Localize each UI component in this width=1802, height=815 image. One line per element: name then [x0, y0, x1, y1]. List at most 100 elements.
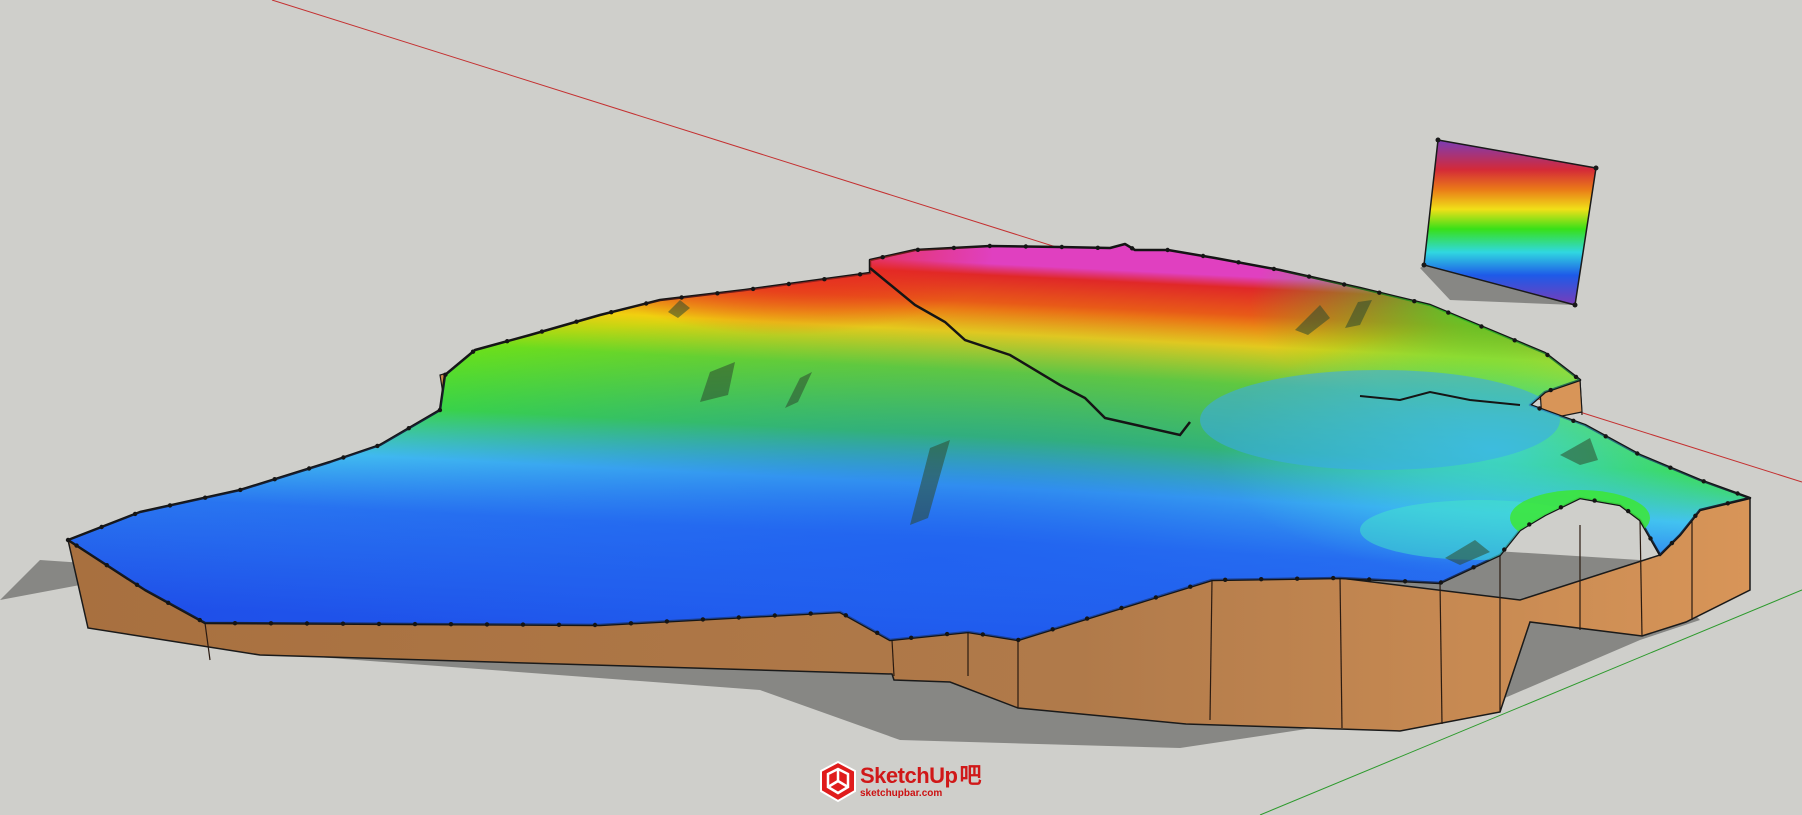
boundary-vertex — [736, 615, 741, 620]
boundary-vertex — [1188, 584, 1193, 589]
boundary-vertex — [1573, 374, 1579, 380]
boundary-vertex — [484, 622, 490, 627]
boundary-vertex — [520, 622, 526, 627]
watermark-url: sketchupbar.com — [860, 788, 943, 799]
boundary-vertex — [915, 247, 921, 252]
boundary-vertex — [203, 495, 208, 500]
boundary-vertex — [232, 621, 238, 626]
boundary-vertex — [1668, 465, 1673, 470]
boundary-vertex — [238, 487, 243, 493]
boundary-vertex — [443, 372, 448, 377]
boundary-vertex — [644, 301, 649, 306]
sketchup-logo-icon — [820, 760, 856, 803]
boundary-vertex — [412, 621, 418, 627]
boundary-vertex — [376, 621, 382, 627]
boundary-vertex — [1200, 253, 1206, 259]
boundary-vertex — [574, 319, 579, 324]
boundary-vertex — [944, 631, 950, 637]
boundary-vertex — [1446, 310, 1451, 315]
boundary-vertex — [909, 635, 914, 640]
boundary-vertex — [539, 329, 545, 334]
boundary-vertex — [375, 443, 380, 449]
boundary-vertex — [99, 524, 104, 530]
watermark-suffix: 吧 — [959, 763, 981, 788]
boundary-vertex — [1059, 244, 1065, 250]
boundary-vertex — [1545, 352, 1550, 358]
boundary-vertex — [1306, 274, 1312, 279]
boundary-vertex — [65, 537, 71, 543]
boundary-vertex — [857, 272, 863, 277]
boundary-vertex — [1367, 577, 1372, 582]
3d-terrain-scene[interactable] — [0, 0, 1802, 815]
boundary-vertex — [1701, 479, 1706, 484]
boundary-vertex — [880, 255, 885, 260]
boundary-vertex — [1412, 299, 1417, 304]
boundary-vertex — [437, 407, 443, 413]
boundary-vertex — [951, 245, 957, 251]
boundary-vertex — [1558, 505, 1564, 510]
boundary-vertex — [1512, 338, 1517, 343]
boundary-vertex — [1023, 244, 1028, 249]
boundary-vertex — [628, 621, 634, 626]
boundary-vertex — [609, 310, 614, 315]
boundary-vertex — [1331, 575, 1336, 581]
boundary-vertex — [843, 613, 848, 618]
boundary-vertex — [1527, 522, 1532, 527]
boundary-vertex — [104, 563, 110, 568]
boundary-vertex — [1693, 513, 1698, 518]
boundary-vertex — [1471, 565, 1476, 570]
boundary-vertex — [74, 543, 79, 548]
boundary-vertex — [1271, 266, 1277, 272]
boundary-vertex — [786, 281, 791, 287]
boundary-vertex — [1223, 577, 1228, 582]
boundary-vertex — [772, 613, 777, 618]
boundary-vertex — [679, 295, 684, 300]
boundary-vertex — [306, 466, 312, 471]
boundary-vertex — [1571, 418, 1576, 423]
boundary-vertex — [700, 617, 706, 622]
boundary-vertex — [1259, 577, 1264, 582]
boundary-vertex — [556, 622, 562, 627]
watermark-brand: SketchUp吧 — [860, 763, 981, 789]
boundary-vertex — [875, 630, 880, 635]
boundary-vertex — [1402, 579, 1408, 584]
boundary-vertex — [1626, 508, 1631, 514]
boundary-vertex — [980, 632, 985, 637]
boundary-vertex — [592, 622, 598, 628]
boundary-vertex — [664, 619, 670, 624]
boundary-vertex — [1377, 290, 1382, 295]
boundary-vertex — [1438, 580, 1444, 585]
boundary-vertex — [132, 511, 138, 517]
boundary-vertex — [1119, 605, 1124, 611]
boundary-vertex — [197, 617, 202, 623]
boundary-vertex — [1735, 491, 1740, 496]
boundary-vertex — [987, 243, 992, 249]
boundary-vertex — [1603, 434, 1608, 439]
boundary-vertex — [1342, 282, 1347, 287]
boundary-vertex — [304, 621, 310, 626]
boundary-vertex — [1537, 406, 1542, 411]
boundary-vertex — [1725, 501, 1731, 506]
boundary-vertex — [1016, 637, 1021, 643]
sketchup-viewport[interactable]: SketchUp吧 sketchupbar.com — [0, 0, 1802, 815]
boundary-vertex — [750, 286, 756, 292]
boundary-vertex — [1165, 247, 1170, 253]
boundary-vertex — [167, 503, 173, 508]
boundary-vertex — [470, 349, 476, 354]
boundary-vertex — [1479, 324, 1484, 329]
boundary-vertex — [134, 582, 140, 587]
boundary-vertex — [406, 426, 411, 431]
boundary-vertex — [1548, 387, 1553, 393]
sketchup-watermark: SketchUp吧 sketchupbar.com — [818, 760, 986, 806]
boundary-vertex — [808, 611, 813, 616]
boundary-vertex — [1084, 616, 1090, 621]
boundary-vertex — [1129, 246, 1135, 251]
boundary-vertex — [166, 600, 171, 605]
boundary-vertex — [1050, 627, 1055, 632]
boundary-vertex — [822, 277, 827, 282]
boundary-vertex — [272, 477, 277, 482]
boundary-vertex — [1592, 498, 1597, 503]
boundary-vertex — [341, 455, 346, 460]
boundary-vertex — [1648, 536, 1653, 541]
boundary-vertex — [1095, 245, 1101, 250]
